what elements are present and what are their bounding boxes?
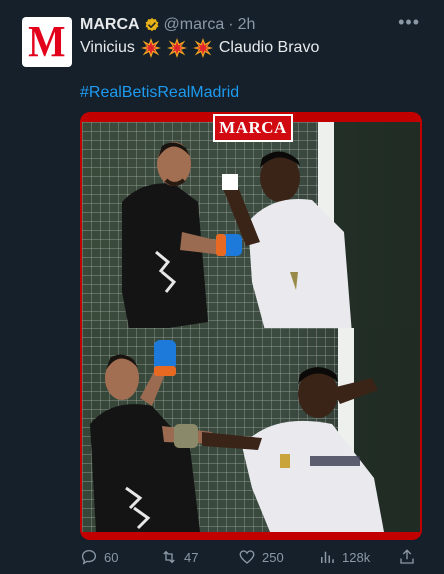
verified-badge-icon <box>145 18 158 32</box>
reply-action[interactable]: 60 <box>80 548 160 566</box>
views-count: 128k <box>342 549 371 565</box>
avatar-logo: M <box>28 17 66 66</box>
timestamp[interactable]: 2h <box>238 16 256 34</box>
collision-emoji-icon <box>140 38 161 58</box>
reply-count: 60 <box>104 549 119 565</box>
photo-top <box>82 122 420 334</box>
photo-top-illustration <box>82 122 420 334</box>
tweet-media[interactable]: MARCA <box>80 112 422 540</box>
collision-emoji-icon <box>166 38 187 58</box>
author-name[interactable]: MARCA <box>80 16 140 34</box>
separator-dot: · <box>228 16 234 33</box>
tweet-actions: 60 47 250 128k <box>80 548 430 566</box>
retweet-icon <box>163 550 175 564</box>
retweet-count: 47 <box>184 549 199 565</box>
tweet-header: MARCA @marca · 2h <box>80 16 255 34</box>
collision-emoji-icon <box>192 38 213 58</box>
more-options-icon[interactable]: ••• <box>398 12 420 33</box>
share-icon <box>400 549 414 564</box>
retweet-action[interactable]: 47 <box>160 548 238 566</box>
photo-bottom-illustration <box>82 328 420 532</box>
reply-icon <box>81 549 97 565</box>
tweet-text: Vinicius Claudio Bravo <box>80 38 319 58</box>
tweet-text-after: Claudio Bravo <box>218 39 320 56</box>
views-action[interactable]: 128k <box>318 548 398 566</box>
tweet[interactable]: M MARCA @marca · 2h ••• Vinicius Claudio… <box>0 0 444 574</box>
photo-bottom <box>82 328 420 532</box>
avatar[interactable]: M <box>22 17 72 67</box>
share-action[interactable] <box>398 548 416 566</box>
like-action[interactable]: 250 <box>238 548 318 566</box>
heart-icon <box>239 550 255 564</box>
marca-watermark: MARCA <box>213 114 293 142</box>
hashtag-link[interactable]: #RealBetisRealMadrid <box>80 84 239 102</box>
views-chart-icon <box>321 551 334 563</box>
tweet-text-before: Vinicius <box>80 39 135 56</box>
like-count: 250 <box>262 549 284 565</box>
author-handle[interactable]: @marca <box>164 16 225 34</box>
